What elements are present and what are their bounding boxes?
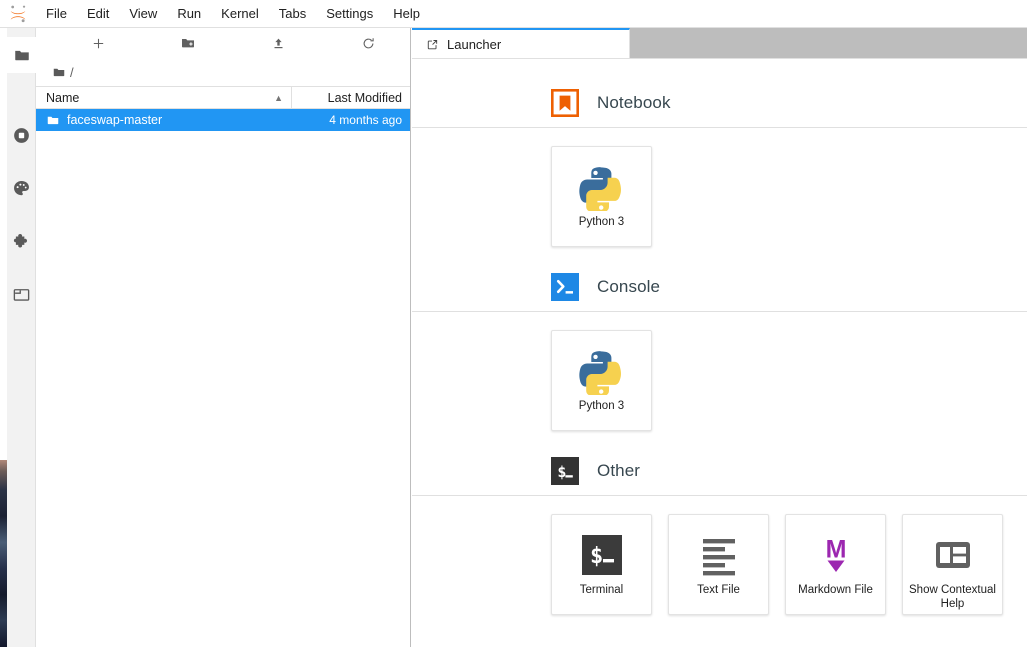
palette-icon: [12, 179, 31, 198]
notebook-card-list: Python 3: [551, 146, 1027, 247]
launcher-card-terminal[interactable]: $ Terminal: [551, 514, 652, 615]
section-divider: [412, 311, 1027, 312]
terminal-icon: $: [580, 529, 624, 581]
menu-item-settings[interactable]: Settings: [316, 2, 383, 26]
file-last-modified: 4 months ago: [292, 113, 410, 127]
other-card-list: $ Terminal: [551, 514, 1027, 615]
menu-item-run[interactable]: Run: [167, 2, 211, 26]
section-title-console: Console: [597, 277, 660, 297]
console-card-list: Python 3: [551, 330, 1027, 431]
launcher-card-show-contextual-help[interactable]: Show Contextual Help: [902, 514, 1003, 615]
tab-launcher-label: Launcher: [447, 37, 501, 52]
menu-bar: File Edit View Run Kernel Tabs Settings …: [0, 0, 1027, 28]
launcher-icon: [426, 38, 439, 51]
launcher-section-console: Console Python 3: [551, 273, 1027, 431]
plus-icon: [91, 36, 106, 51]
sort-caret-icon: ▲: [274, 93, 283, 103]
markdown-icon: M: [814, 529, 858, 581]
section-divider: [412, 495, 1027, 496]
menu-item-help[interactable]: Help: [383, 2, 430, 26]
sidebar-item-extensions[interactable]: [7, 223, 36, 259]
sidebar-item-running[interactable]: [7, 117, 36, 153]
launcher-section-other: $ Other $: [551, 457, 1027, 615]
jupyterlab-window: File Edit View Run Kernel Tabs Settings …: [0, 0, 1027, 647]
tabs-icon: [12, 285, 31, 304]
file-browser-panel: / Name ▲ Last Modified faceswap-master 4…: [36, 28, 411, 647]
contextual-help-icon: [931, 529, 975, 581]
folder-icon: [13, 46, 31, 64]
launcher-section-notebook: Notebook Python 3: [551, 89, 1027, 247]
launcher-card-label: Python 3: [575, 399, 628, 413]
column-header-last-modified[interactable]: Last Modified: [292, 87, 410, 108]
menu-item-view[interactable]: View: [119, 2, 167, 26]
text-file-icon: [697, 529, 741, 581]
svg-text:M: M: [825, 536, 846, 564]
terminal-prompt-icon: $: [551, 457, 579, 485]
refresh-button[interactable]: [340, 29, 396, 57]
menu-item-file[interactable]: File: [36, 2, 77, 26]
file-list-header: Name ▲ Last Modified: [36, 86, 410, 109]
launcher-card-markdown-file[interactable]: M Markdown File: [785, 514, 886, 615]
file-browser-toolbar: [36, 28, 410, 58]
file-name-label: faceswap-master: [67, 113, 162, 127]
desktop-wallpaper-edge: [0, 460, 7, 647]
python-logo-icon: [578, 161, 626, 213]
notebook-bookmark-icon: [551, 89, 579, 117]
column-header-name-label: Name: [46, 91, 79, 105]
launcher-card-label: Text File: [693, 583, 744, 597]
launcher-card-text-file[interactable]: Text File: [668, 514, 769, 615]
upload-files-button[interactable]: [250, 29, 306, 57]
menu-item-list: File Edit View Run Kernel Tabs Settings …: [36, 2, 430, 26]
sidebar-item-commands[interactable]: [7, 170, 36, 206]
python-logo-icon: [578, 345, 626, 397]
refresh-icon: [361, 36, 376, 51]
main-dock-area: Launcher Notebook: [412, 28, 1027, 647]
column-header-last-modified-label: Last Modified: [328, 91, 402, 105]
section-divider: [412, 127, 1027, 128]
jupyter-logo-icon: [0, 0, 36, 28]
launcher-card-label: Terminal: [576, 583, 627, 597]
launcher-card-label: Markdown File: [794, 583, 877, 597]
launcher-card-label: Python 3: [575, 215, 628, 229]
column-header-name[interactable]: Name ▲: [36, 87, 292, 108]
sidebar-item-file-browser[interactable]: [7, 37, 36, 73]
menu-item-kernel[interactable]: Kernel: [211, 2, 269, 26]
launcher-card-notebook-python3[interactable]: Python 3: [551, 146, 652, 247]
stop-circle-icon: [12, 126, 31, 145]
launcher-card-console-python3[interactable]: Python 3: [551, 330, 652, 431]
console-prompt-icon: [551, 273, 579, 301]
section-title-other: Other: [597, 461, 640, 481]
new-folder-button[interactable]: [160, 29, 216, 57]
menu-item-edit[interactable]: Edit: [77, 2, 119, 26]
svg-text:$: $: [590, 544, 603, 569]
svg-text:$: $: [557, 463, 566, 481]
table-row[interactable]: faceswap-master 4 months ago: [36, 109, 410, 131]
launcher-card-label: Show Contextual Help: [903, 583, 1002, 611]
activity-bar: [7, 28, 36, 647]
new-launcher-button[interactable]: [70, 29, 126, 57]
file-list: faceswap-master 4 months ago: [36, 109, 410, 647]
section-header-other: $ Other: [551, 457, 1027, 485]
breadcrumb-path: /: [70, 65, 74, 80]
section-header-console: Console: [551, 273, 1027, 301]
folder-icon: [52, 65, 66, 79]
section-title-notebook: Notebook: [597, 93, 671, 113]
menu-item-tabs[interactable]: Tabs: [269, 2, 316, 26]
folder-icon: [46, 113, 60, 127]
upload-icon: [271, 36, 286, 51]
section-header-notebook: Notebook: [551, 89, 1027, 117]
launcher-panel: Notebook Python 3: [412, 59, 1027, 647]
puzzle-piece-icon: [12, 232, 31, 251]
tab-bar: Launcher: [412, 28, 1027, 59]
new-folder-icon: [180, 35, 196, 51]
file-row-name: faceswap-master: [36, 113, 292, 127]
sidebar-item-open-tabs[interactable]: [7, 276, 36, 312]
breadcrumb[interactable]: /: [36, 58, 410, 86]
tab-launcher[interactable]: Launcher: [412, 28, 630, 58]
